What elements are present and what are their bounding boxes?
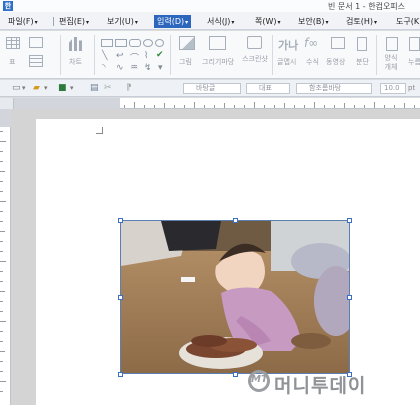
menu-insert[interactable]: 입력(D)▾ [154, 15, 192, 28]
wave-icon[interactable]: ∿ [116, 63, 124, 73]
chevron-down-icon: ▾ [134, 19, 138, 26]
menu-view[interactable]: 보기(U)▾ [104, 15, 141, 28]
form-object-icon[interactable] [386, 37, 398, 51]
video-label: 동영상 [326, 58, 346, 66]
new-document-icon[interactable]: ▭ [12, 83, 21, 94]
open-folder-icon[interactable]: ▰ [33, 83, 40, 94]
photo-image [121, 221, 349, 373]
chevron-down-icon: ▾ [231, 19, 235, 26]
menu-bar: 파일(F)▾ 편집(E)▾ 보기(U)▾ 입력(D)▾ 서식(J)▾ 쪽(W)▾… [0, 12, 420, 30]
resize-handle-top[interactable] [233, 218, 238, 223]
spiral-icon[interactable]: ♒ [130, 63, 138, 73]
window-title: 빈 문서 1 - 한컴오피스 [328, 2, 406, 11]
drawing-gallery-icon[interactable] [209, 36, 226, 50]
drawing-gallery-label: 그리기마당 [202, 58, 235, 66]
resize-handle-bottom-left[interactable] [118, 372, 123, 377]
video-icon[interactable] [331, 37, 345, 49]
chevron-down-icon: ▾ [185, 19, 189, 26]
cut-icon[interactable]: ✂ [104, 83, 112, 94]
menu-tools[interactable]: 도구(K) [393, 15, 420, 28]
chevron-down-icon[interactable]: ▾ [22, 83, 26, 94]
table-icon[interactable] [6, 37, 20, 49]
font-language-select[interactable]: 대표 [246, 83, 290, 94]
freeform-icon[interactable]: ⌇ [144, 51, 148, 61]
chevron-down-icon: ▾ [34, 19, 38, 26]
chart-label: 차트 [69, 58, 82, 66]
font-size-input[interactable]: 10.0 [380, 83, 406, 94]
screenshot-icon[interactable] [247, 36, 262, 49]
menu-file[interactable]: 파일(F)▾ [5, 15, 41, 28]
font-select[interactable]: 함초롬바탕 [296, 83, 372, 94]
chevron-down-icon: ▾ [277, 19, 281, 26]
resize-handle-left[interactable] [118, 295, 123, 300]
watermark-text: 머니투데이 [274, 375, 367, 397]
shape-rect-icon[interactable] [115, 39, 127, 47]
picture-label: 그림 [179, 58, 192, 66]
screenshot-label: 스크린샷 [242, 55, 268, 63]
formula-label: 수식 [306, 58, 319, 66]
menu-security[interactable]: 보안(B)▾ [295, 15, 331, 28]
chevron-down-icon[interactable]: ▾ [44, 83, 48, 94]
cell-edit-icon[interactable] [29, 37, 43, 48]
formula-icon[interactable]: f∞ [304, 36, 318, 50]
line-icon[interactable]: ╲ [102, 51, 107, 61]
table-label: 표 [9, 58, 16, 66]
inserted-photo[interactable] [120, 220, 350, 374]
menu-format[interactable]: 서식(J)▾ [204, 15, 237, 28]
picture-icon[interactable] [179, 36, 195, 50]
connector-icon[interactable]: ✔ [156, 50, 164, 60]
margin-corner-marker [96, 127, 103, 134]
chevron-down-icon: ▾ [373, 19, 377, 26]
menu-review[interactable]: 검토(H)▾ [343, 15, 380, 28]
bend-icon[interactable]: ↯ [144, 63, 152, 73]
ribbon-toolbar: 표 차트 ╲ ↩ ⌒ ⌇ ✔ ◝ ∿ ♒ ↯ ▾ 그림 그리기마당 스크린샷 가… [0, 31, 420, 79]
format-bar: ▭ ▾ ▰ ▾ ■ ▾ ▤ ✂ ⁋ 바탕글 대표 함초롬바탕 10.0 pt [0, 80, 420, 97]
shape-circle-icon[interactable] [155, 39, 164, 47]
horizontal-ruler[interactable] [14, 98, 420, 109]
split-label: 분단 [356, 58, 369, 66]
table-style-icon[interactable] [29, 55, 43, 67]
size-unit: pt [408, 84, 416, 92]
shape-rounded-icon[interactable] [129, 39, 141, 47]
hwp-window: 한 빈 문서 1 - 한컴오피스 파일(F)▾ 편집(E)▾ 보기(U)▾ 입력… [0, 0, 420, 405]
arc-icon[interactable]: ◝ [102, 63, 106, 73]
app-icon[interactable]: 한 [3, 1, 13, 11]
press-button-icon[interactable] [409, 37, 420, 51]
curve-icon[interactable]: ↩ [116, 51, 124, 61]
glyph-art-label: 글맵시 [277, 58, 297, 66]
style-icon[interactable]: ⁋ [126, 83, 132, 94]
vertical-ruler[interactable] [0, 109, 11, 405]
resize-handle-right[interactable] [347, 295, 352, 300]
press-button-label: 누름 [408, 58, 420, 66]
print-icon[interactable]: ▤ [90, 83, 99, 94]
form-object-label: 양식개체 [384, 54, 398, 71]
watermark-mark: MT [251, 374, 268, 385]
chevron-down-icon: ▾ [325, 19, 329, 26]
menu-edit[interactable]: 편집(E)▾ [56, 15, 92, 28]
chevron-down-icon[interactable]: ▾ [70, 83, 74, 94]
style-select[interactable]: 바탕글 [183, 83, 241, 94]
resize-handle-top-left[interactable] [118, 218, 123, 223]
split-icon[interactable] [357, 37, 367, 51]
chart-icon[interactable] [69, 37, 82, 51]
chevron-down-icon: ▾ [86, 19, 90, 26]
resize-handle-bottom[interactable] [233, 372, 238, 377]
more-shapes-icon[interactable]: ▾ [158, 63, 163, 73]
glyph-art-icon[interactable]: 가나 [278, 37, 298, 53]
shape-ellipse-icon[interactable] [143, 39, 153, 47]
shape-rectangle-icon[interactable] [101, 39, 113, 47]
save-icon[interactable]: ■ [58, 83, 67, 94]
ruler-corner[interactable] [0, 98, 14, 109]
resize-handle-top-right[interactable] [347, 218, 352, 223]
title-bar: 한 빈 문서 1 - 한컴오피스 [0, 0, 420, 12]
menu-page[interactable]: 쪽(W)▾ [252, 15, 284, 28]
